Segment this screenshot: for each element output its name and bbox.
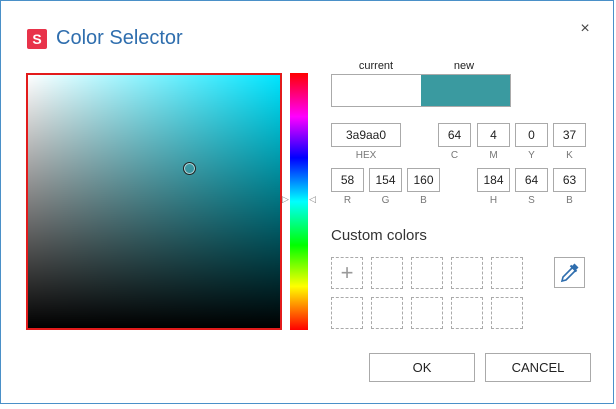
hue-marker-left-icon[interactable]: ▷ [282, 194, 289, 204]
yellow-input[interactable] [515, 123, 548, 147]
brightness-label: B [566, 195, 573, 206]
custom-color-slot[interactable] [411, 257, 443, 289]
brightness-input[interactable] [553, 168, 586, 192]
saturation-input[interactable] [515, 168, 548, 192]
saturation-brightness-picker[interactable] [26, 73, 282, 330]
hex-input[interactable] [331, 123, 401, 147]
key-black-input[interactable] [553, 123, 586, 147]
custom-color-slot[interactable] [491, 257, 523, 289]
magenta-input[interactable] [477, 123, 510, 147]
custom-color-slot[interactable] [451, 257, 483, 289]
custom-color-slot[interactable] [411, 297, 443, 329]
custom-colors-heading: Custom colors [331, 227, 427, 244]
current-label: current [358, 60, 394, 72]
close-icon[interactable]: × [575, 19, 595, 39]
custom-color-slot[interactable] [451, 297, 483, 329]
cyan-label: C [450, 150, 459, 161]
cancel-button[interactable]: CANCEL [485, 353, 591, 382]
current-color-swatch[interactable] [332, 75, 421, 106]
saturation-label: S [528, 195, 535, 206]
add-custom-color-button[interactable]: + [331, 257, 363, 289]
ok-button[interactable]: OK [369, 353, 475, 382]
new-label: new [453, 60, 475, 72]
app-logo-icon: S [27, 29, 47, 49]
color-comparison [331, 74, 511, 107]
yellow-label: Y [528, 150, 535, 161]
red-label: R [343, 195, 352, 206]
hue-input[interactable] [477, 168, 510, 192]
custom-color-slot[interactable] [371, 257, 403, 289]
green-input[interactable] [369, 168, 402, 192]
hue-label: H [489, 195, 498, 206]
eyedropper-icon [560, 263, 579, 283]
color-selector-dialog: S Color Selector × ▷ ◁ current new HEX C… [0, 0, 614, 404]
hex-label: HEX [355, 150, 377, 161]
hue-marker-right-icon[interactable]: ◁ [309, 194, 316, 204]
new-color-swatch [421, 75, 510, 106]
custom-color-slot[interactable] [371, 297, 403, 329]
key-black-label: K [566, 150, 573, 161]
custom-color-slot[interactable] [491, 297, 523, 329]
green-label: G [381, 195, 390, 206]
magenta-label: M [489, 150, 498, 161]
cyan-input[interactable] [438, 123, 471, 147]
blue-label: B [420, 195, 427, 206]
hue-slider[interactable] [290, 73, 308, 330]
red-input[interactable] [331, 168, 364, 192]
custom-color-slot[interactable] [331, 297, 363, 329]
eyedropper-button[interactable] [554, 257, 585, 288]
color-cursor[interactable] [183, 162, 196, 175]
dialog-title: Color Selector [56, 27, 183, 49]
blue-input[interactable] [407, 168, 440, 192]
